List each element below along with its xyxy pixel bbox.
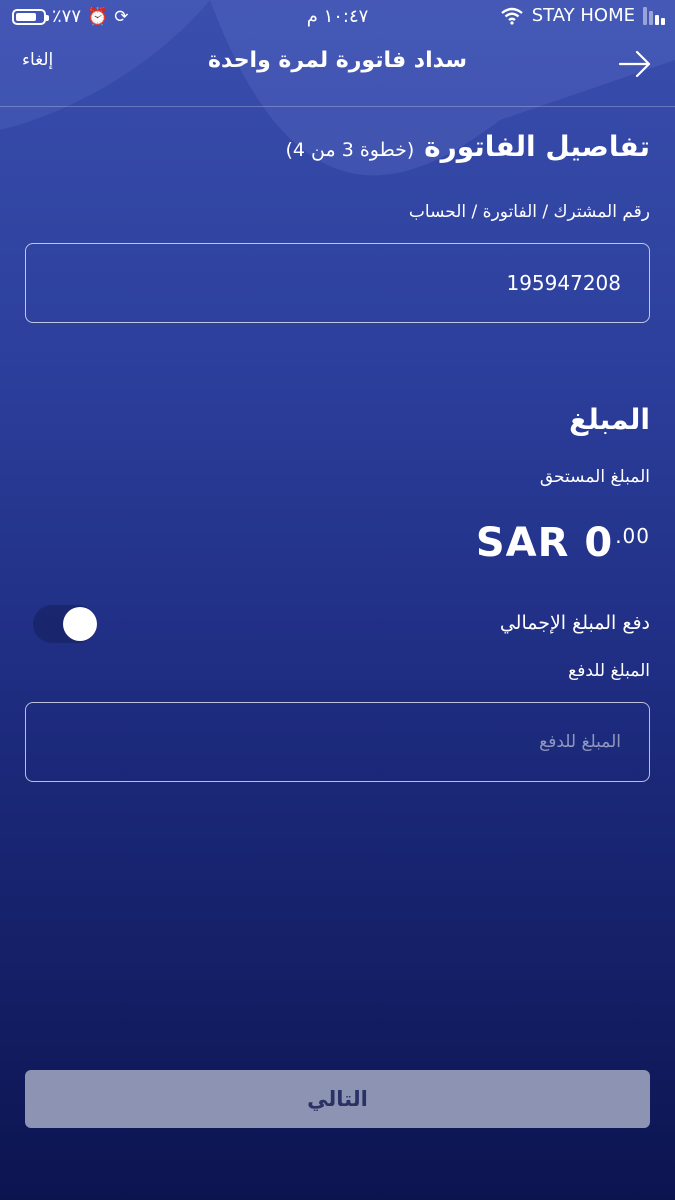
nav-bar: إلغاء سداد فاتورة لمرة واحدة	[0, 34, 675, 107]
step-indicator: (خطوة 3 من 4)	[285, 139, 415, 161]
status-bar: ٪٧٧ ⏰ ⟳ ١٠:٤٧ م STAY HOME	[0, 0, 675, 34]
pay-amount-label: المبلغ للدفع	[568, 661, 650, 681]
amount-due-label: المبلغ المستحق	[539, 467, 650, 487]
bill-details-heading: تفاصيل الفاتورة (خطوة 3 من 4)	[285, 130, 650, 163]
carrier-name: STAY HOME	[531, 5, 635, 26]
status-right: STAY HOME	[500, 5, 665, 26]
amount-due-value: SAR 0.00	[476, 520, 650, 566]
signal-bars-icon	[643, 6, 665, 25]
toggle-knob	[63, 607, 97, 641]
pay-amount-input[interactable]: المبلغ للدفع	[25, 702, 650, 782]
pay-total-label: دفع المبلغ الإجمالي	[499, 612, 650, 634]
pay-amount-placeholder: المبلغ للدفع	[539, 732, 621, 752]
account-number-field[interactable]: 195947208	[25, 243, 650, 323]
pay-total-toggle[interactable]	[33, 605, 97, 643]
page-title: سداد فاتورة لمرة واحدة	[208, 48, 467, 73]
amount-due-main: SAR 0	[475, 520, 614, 566]
wifi-icon	[500, 7, 523, 25]
bill-details-title: تفاصيل الفاتورة	[424, 130, 650, 163]
arrow-right-icon[interactable]	[617, 46, 653, 82]
next-button[interactable]: التالي	[25, 1070, 650, 1128]
amount-section-title: المبلغ	[569, 403, 650, 436]
account-number-value: 195947208	[506, 271, 621, 295]
amount-due-decimal: .00	[615, 524, 650, 548]
account-number-label: رقم المشترك / الفاتورة / الحساب	[408, 202, 650, 222]
